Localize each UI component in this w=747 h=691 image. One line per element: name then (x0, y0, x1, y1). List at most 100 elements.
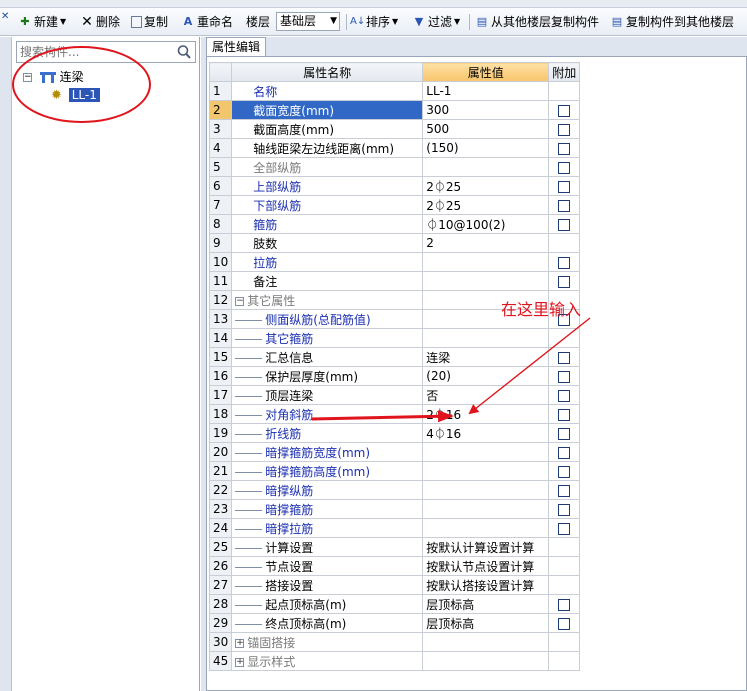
table-row[interactable]: 15 汇总信息 连梁 (208, 347, 581, 367)
property-name-cell[interactable]: 搭接设置 (231, 575, 424, 595)
property-name-cell[interactable]: 保护层厚度(mm) (231, 366, 424, 386)
property-name-cell[interactable]: 肢数 (231, 233, 424, 253)
property-value-cell[interactable]: 500 (422, 119, 550, 139)
table-row[interactable]: 19 折线筋 4⏀16 (208, 423, 581, 443)
property-name-cell[interactable]: 对角斜筋 (231, 404, 424, 424)
table-row[interactable]: 26 节点设置 按默认节点设置计算 (208, 556, 581, 576)
property-value-cell[interactable]: 按默认节点设置计算 (422, 556, 550, 576)
sort-button[interactable]: A↓ 排序 ▼ (350, 13, 398, 31)
property-value-cell[interactable]: 2 (422, 233, 550, 253)
close-icon[interactable]: ✕ (1, 11, 11, 23)
table-row[interactable]: 21 暗撑箍筋高度(mm) (208, 461, 581, 481)
property-value-cell[interactable]: 按默认搭接设置计算 (422, 575, 550, 595)
collapse-icon[interactable]: − (235, 296, 245, 306)
table-row[interactable]: 16 保护层厚度(mm) (20) (208, 366, 581, 386)
table-row[interactable]: 2 截面宽度(mm) 300 (208, 100, 581, 120)
property-value-cell[interactable] (422, 651, 550, 671)
property-value-cell[interactable]: (150) (422, 138, 550, 158)
copy-to-floor-button[interactable]: ▤ 复制构件到其他楼层 (610, 13, 734, 31)
add-checkbox[interactable] (558, 199, 571, 212)
property-value-cell[interactable]: 层顶标高 (422, 613, 550, 633)
add-checkbox[interactable] (558, 275, 571, 288)
table-row[interactable]: 22 暗撑纵筋 (208, 480, 581, 500)
property-name-cell[interactable]: 起点顶标高(m) (231, 594, 424, 614)
add-checkbox[interactable] (558, 389, 571, 402)
property-name-cell[interactable]: 折线筋 (231, 423, 424, 443)
table-row[interactable]: 6 上部纵筋 2⏀25 (208, 176, 581, 196)
table-row[interactable]: 8 箍筋 ⏀10@100(2) (208, 214, 581, 234)
tree-node-root[interactable]: − 连梁 (23, 68, 100, 86)
add-checkbox[interactable] (558, 408, 571, 421)
property-name-cell[interactable]: 节点设置 (231, 556, 424, 576)
property-value-cell[interactable] (422, 461, 550, 481)
property-name-cell[interactable]: 计算设置 (231, 537, 424, 557)
property-value-cell[interactable]: 2⏀25 (422, 176, 550, 196)
property-value-cell[interactable]: 连梁 (422, 347, 550, 367)
property-name-cell[interactable]: 备注 (231, 271, 424, 291)
property-name-cell[interactable]: 拉筋 (231, 252, 424, 272)
table-row[interactable]: 28 起点顶标高(m) 层顶标高 (208, 594, 581, 614)
property-name-cell[interactable]: 箍筋 (231, 214, 424, 234)
tree-node-child[interactable]: ✹ LL-1 (23, 86, 100, 104)
table-row[interactable]: 23 暗撑箍筋 (208, 499, 581, 519)
add-checkbox[interactable] (558, 123, 571, 136)
table-row[interactable]: 5 全部纵筋 (208, 157, 581, 177)
property-name-cell[interactable]: 全部纵筋 (231, 157, 424, 177)
property-name-cell[interactable]: + 锚固搭接 (231, 632, 424, 652)
add-checkbox[interactable] (558, 465, 571, 478)
copy-button[interactable]: 复制 (131, 13, 168, 31)
rename-button[interactable]: A 重命名 (181, 13, 233, 31)
add-checkbox[interactable] (558, 427, 571, 440)
property-name-cell[interactable]: + 显示样式 (231, 651, 424, 671)
tab-property-edit[interactable]: 属性编辑 (206, 37, 267, 56)
table-row[interactable]: 25 计算设置 按默认计算设置计算 (208, 537, 581, 557)
table-row[interactable]: 9 肢数 2 (208, 233, 581, 253)
table-row[interactable]: 18 对角斜筋 2⏀16 (208, 404, 581, 424)
property-name-cell[interactable]: 下部纵筋 (231, 195, 424, 215)
property-value-cell[interactable]: ⏀10@100(2) (422, 214, 550, 234)
expand-icon[interactable]: + (235, 657, 245, 667)
property-value-cell[interactable]: 2⏀25 (422, 195, 550, 215)
property-name-cell[interactable]: 暗撑纵筋 (231, 480, 424, 500)
collapse-icon[interactable]: − (23, 73, 32, 82)
add-checkbox[interactable] (558, 503, 571, 516)
table-row[interactable]: 3 截面高度(mm) 500 (208, 119, 581, 139)
expand-icon[interactable]: + (235, 638, 245, 648)
table-row[interactable]: 27 搭接设置 按默认搭接设置计算 (208, 575, 581, 595)
property-name-cell[interactable]: 轴线距梁左边线距离(mm) (231, 138, 424, 158)
property-value-cell[interactable]: 2⏀16 (422, 404, 550, 424)
property-value-cell[interactable] (422, 480, 550, 500)
property-name-cell[interactable]: 截面宽度(mm) (231, 100, 424, 120)
table-row[interactable]: 30 + 锚固搭接 (208, 632, 581, 652)
table-row[interactable]: 1 名称 LL-1 (208, 81, 581, 101)
property-value-cell[interactable] (422, 499, 550, 519)
add-checkbox[interactable] (558, 256, 571, 269)
add-checkbox[interactable] (558, 598, 571, 611)
property-value-cell[interactable] (422, 252, 550, 272)
table-row[interactable]: 4 轴线距梁左边线距离(mm) (150) (208, 138, 581, 158)
table-row[interactable]: 14 其它箍筋 (208, 328, 581, 348)
property-name-cell[interactable]: 上部纵筋 (231, 176, 424, 196)
property-name-cell[interactable]: 汇总信息 (231, 347, 424, 367)
add-checkbox[interactable] (558, 522, 571, 535)
property-value-cell[interactable]: LL-1 (422, 81, 550, 101)
copy-from-floor-button[interactable]: ▤ 从其他楼层复制构件 (475, 13, 599, 31)
table-row[interactable]: 7 下部纵筋 2⏀25 (208, 195, 581, 215)
property-value-cell[interactable]: 否 (422, 385, 550, 405)
property-name-cell[interactable]: 侧面纵筋(总配筋值) (231, 309, 424, 329)
search-input[interactable] (17, 42, 167, 62)
add-checkbox[interactable] (558, 142, 571, 155)
property-name-cell[interactable]: 暗撑箍筋 (231, 499, 424, 519)
property-value-cell[interactable] (422, 632, 550, 652)
add-checkbox[interactable] (558, 446, 571, 459)
add-checkbox[interactable] (558, 104, 571, 117)
property-value-cell[interactable]: 4⏀16 (422, 423, 550, 443)
property-name-cell[interactable]: 其它箍筋 (231, 328, 424, 348)
table-row[interactable]: 17 顶层连梁 否 (208, 385, 581, 405)
table-row[interactable]: 11 备注 (208, 271, 581, 291)
add-checkbox[interactable] (558, 180, 571, 193)
property-name-cell[interactable]: 暗撑箍筋高度(mm) (231, 461, 424, 481)
table-row[interactable]: 45 + 显示样式 (208, 651, 581, 671)
property-value-cell[interactable]: (20) (422, 366, 550, 386)
delete-button[interactable]: ✕ 删除 (80, 13, 120, 31)
